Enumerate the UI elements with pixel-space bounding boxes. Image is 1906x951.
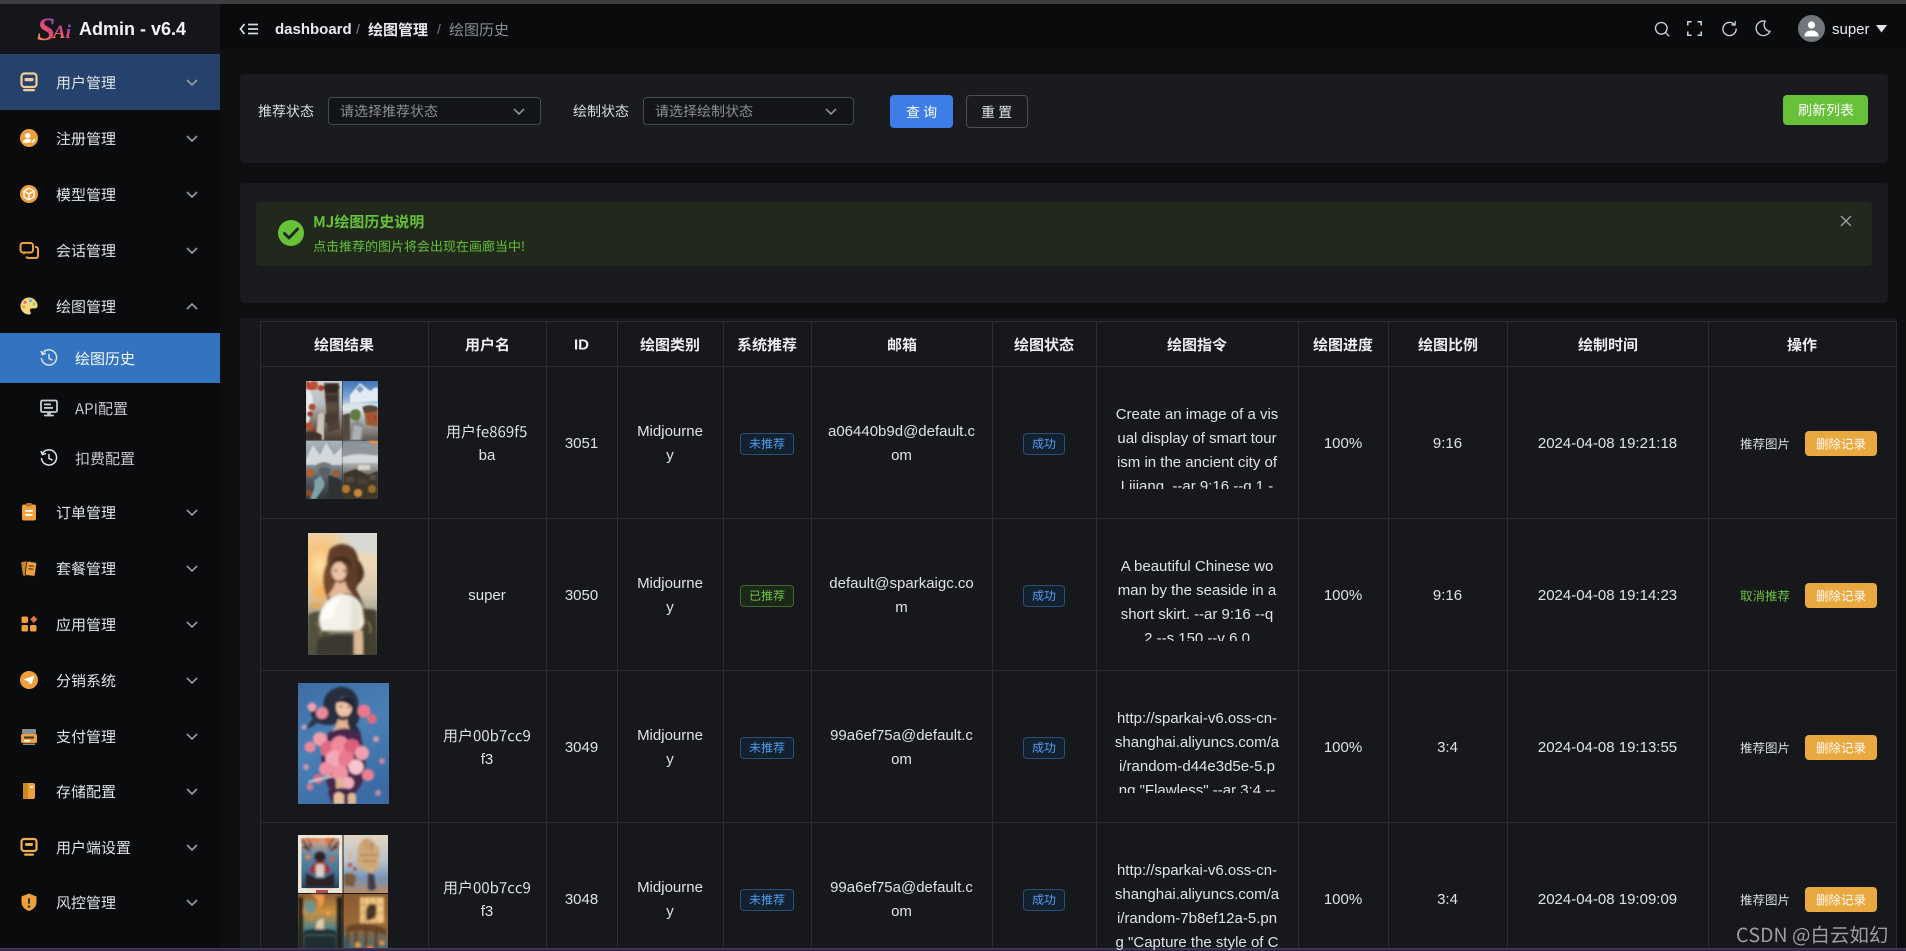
svg-text:Ai: Ai	[52, 22, 72, 43]
